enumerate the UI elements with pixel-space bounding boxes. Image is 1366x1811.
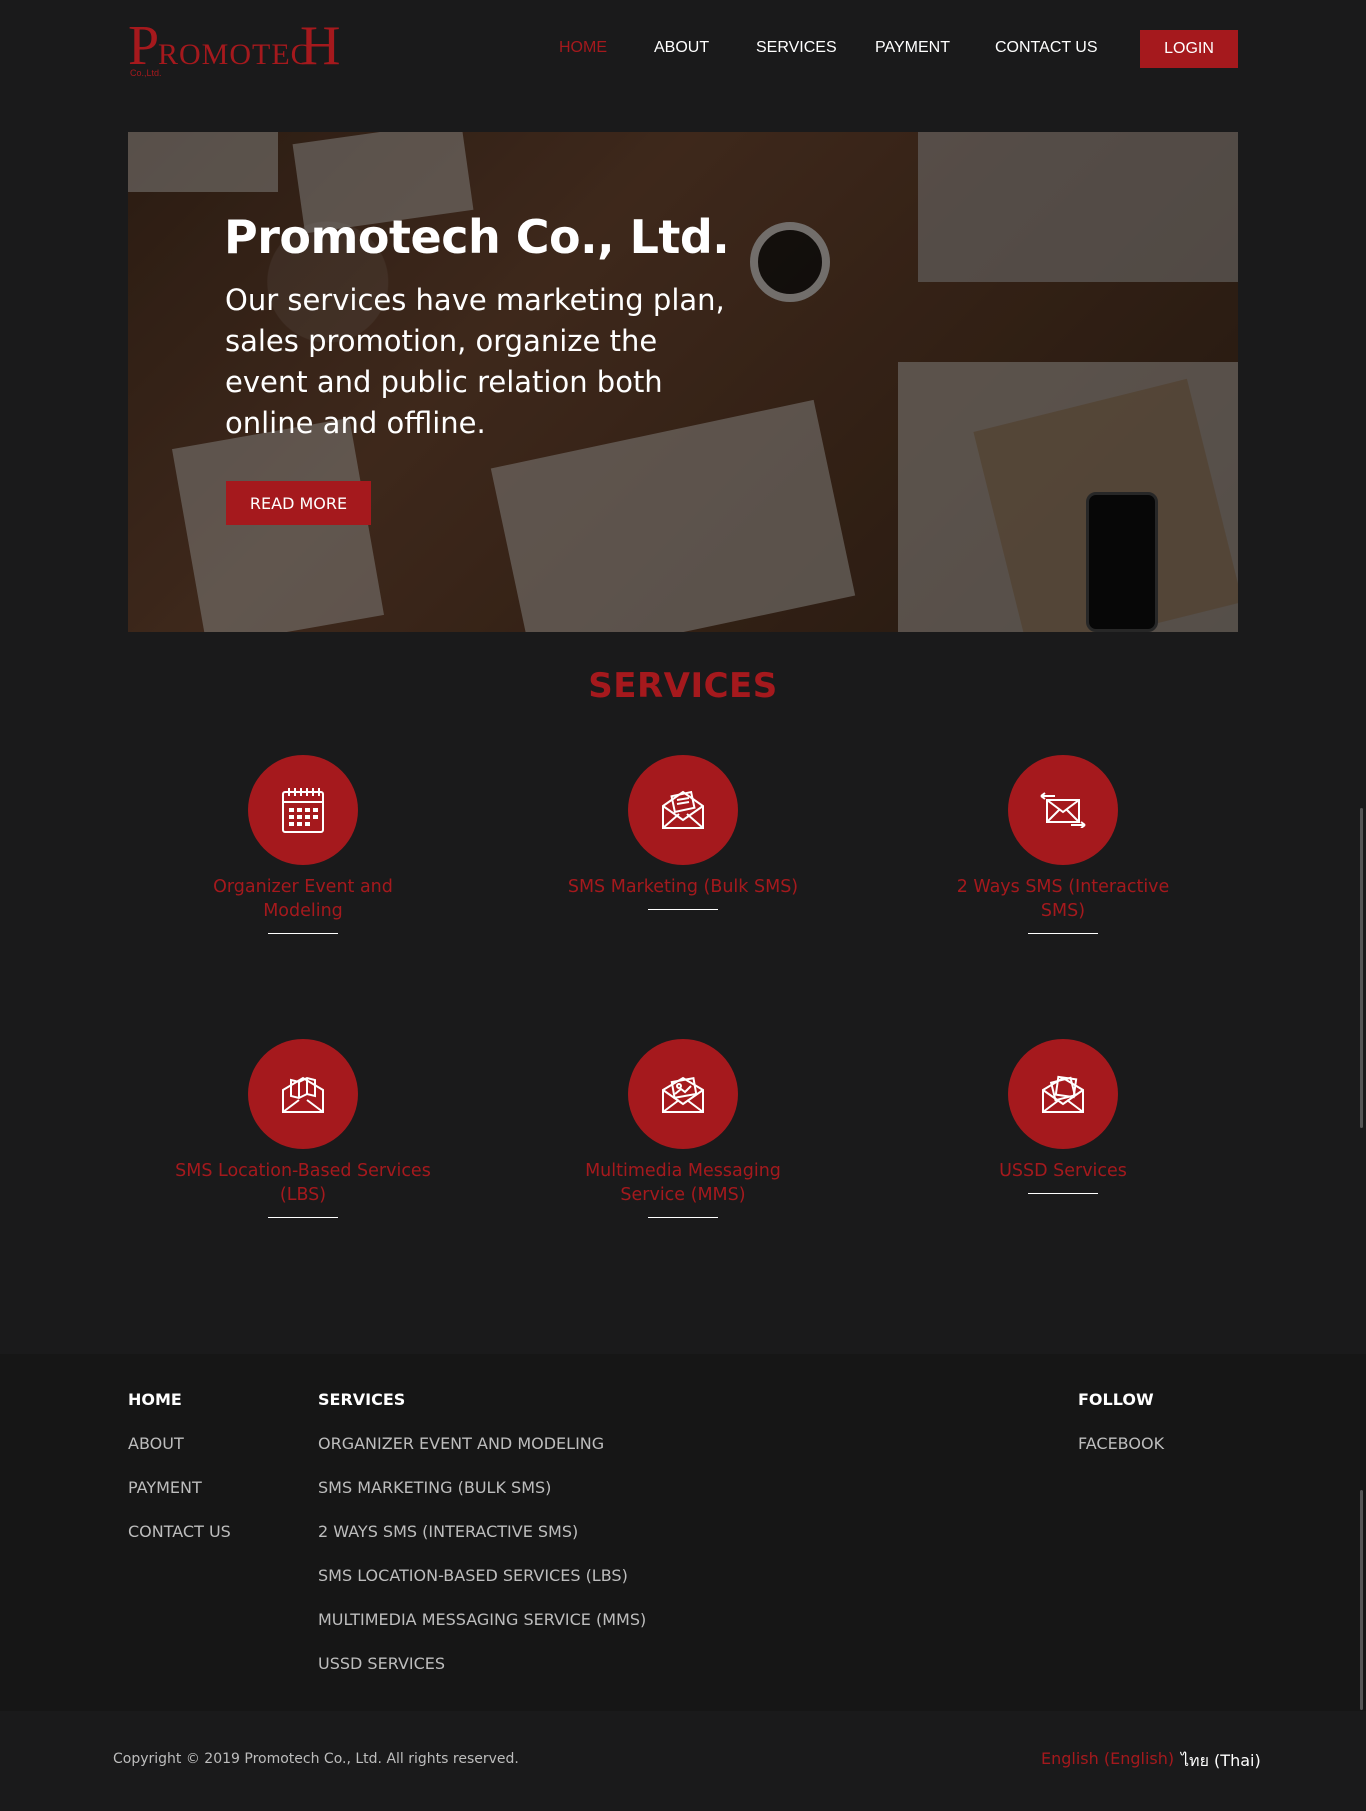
footer-heading-follow: FOLLOW — [1078, 1390, 1154, 1409]
envelope-open-icon — [1042, 1075, 1084, 1113]
service-label: SMS Location-Based Services (LBS) — [175, 1161, 431, 1205]
nav-payment[interactable]: PAYMENT — [875, 39, 950, 57]
envelope-map-icon — [282, 1076, 324, 1113]
service-label: Organizer Event and Modeling — [213, 877, 393, 921]
hero-text: Our services have marketing plan, sales … — [225, 283, 725, 440]
logo-wordmark: ROMOTEC — [158, 38, 312, 71]
site-footer: HOME ABOUT PAYMENT CONTACT US SERVICES O… — [0, 1354, 1366, 1711]
language-english[interactable]: English (English) — [1041, 1749, 1174, 1768]
service-card[interactable]: Multimedia Messaging Service (MMS) — [553, 1039, 813, 1218]
footer-link-service[interactable]: SMS MARKETING (BULK SMS) — [318, 1478, 551, 1497]
service-icon-circle — [1008, 755, 1118, 865]
logo-subtitle: Co.,Ltd. — [130, 68, 162, 78]
logo-letter-p: P — [128, 15, 160, 77]
footer-link-payment[interactable]: PAYMENT — [128, 1478, 202, 1497]
service-label: Multimedia Messaging Service (MMS) — [585, 1161, 781, 1205]
footer-link-service[interactable]: USSD SERVICES — [318, 1654, 445, 1673]
service-label: USSD Services — [999, 1161, 1127, 1181]
language-thai[interactable]: ไทย (Thai) — [1181, 1749, 1261, 1774]
service-icon-circle — [248, 755, 358, 865]
scrollbar-thumb[interactable] — [1360, 808, 1363, 1128]
service-underline — [1028, 933, 1098, 934]
footer-link-service[interactable]: 2 WAYS SMS (INTERACTIVE SMS) — [318, 1522, 578, 1541]
nav-contact-us[interactable]: CONTACT US — [995, 39, 1098, 57]
service-card[interactable]: Organizer Event and Modeling — [173, 755, 433, 934]
nav-about[interactable]: ABOUT — [654, 39, 709, 57]
nav-home[interactable]: HOME — [559, 39, 607, 57]
copyright-text: Copyright © 2019 Promotech Co., Ltd. All… — [113, 1751, 519, 1767]
service-underline — [268, 1217, 338, 1218]
service-card[interactable]: SMS Marketing (Bulk SMS) — [553, 755, 813, 910]
service-underline — [648, 1217, 718, 1218]
promotech-logo[interactable]: P ROMOTEC H Co.,Ltd. — [128, 16, 344, 82]
service-card[interactable]: 2 Ways SMS (Interactive SMS) — [933, 755, 1193, 934]
footer-link-service[interactable]: MULTIMEDIA MESSAGING SERVICE (MMS) — [318, 1610, 646, 1629]
copyright-bar: Copyright © 2019 Promotech Co., Ltd. All… — [0, 1711, 1366, 1811]
nav-services[interactable]: SERVICES — [756, 39, 837, 57]
footer-link-home[interactable]: HOME — [128, 1390, 182, 1409]
service-icon-circle — [628, 755, 738, 865]
hero-banner: Promotech Co., Ltd. Our services have ma… — [128, 132, 1238, 632]
services-title: SERVICES — [588, 666, 778, 706]
footer-link-services[interactable]: SERVICES — [318, 1390, 405, 1409]
service-icon-circle — [628, 1039, 738, 1149]
service-label: SMS Marketing (Bulk SMS) — [567, 877, 799, 897]
footer-link-contact[interactable]: CONTACT US — [128, 1522, 231, 1541]
scrollbar-track-segment — [1360, 1490, 1363, 1710]
calendar-icon — [282, 788, 324, 833]
service-underline — [268, 933, 338, 934]
service-icon-circle — [248, 1039, 358, 1149]
login-button[interactable]: LOGIN — [1140, 30, 1238, 68]
service-underline — [648, 909, 718, 910]
envelope-arrows-icon — [1040, 792, 1086, 828]
hero-title: Promotech Co., Ltd. — [224, 210, 730, 264]
envelope-image-icon — [662, 1076, 704, 1113]
footer-link-service[interactable]: SMS LOCATION-BASED SERVICES (LBS) — [318, 1566, 628, 1585]
service-card[interactable]: SMS Location-Based Services (LBS) — [173, 1039, 433, 1218]
read-more-button[interactable]: READ MORE — [226, 481, 371, 525]
site-header: P ROMOTEC H Co.,Ltd. HOME ABOUT SERVICES… — [0, 0, 1366, 100]
footer-link-about[interactable]: ABOUT — [128, 1434, 184, 1453]
service-card[interactable]: USSD Services — [933, 1039, 1193, 1194]
logo-letter-h: H — [300, 15, 341, 77]
envelope-letter-icon — [662, 790, 704, 829]
footer-link-service[interactable]: ORGANIZER EVENT AND MODELING — [318, 1434, 604, 1453]
service-label: 2 Ways SMS (Interactive SMS) — [956, 877, 1170, 921]
footer-link-facebook[interactable]: FACEBOOK — [1078, 1434, 1164, 1453]
service-underline — [1028, 1193, 1098, 1194]
service-icon-circle — [1008, 1039, 1118, 1149]
